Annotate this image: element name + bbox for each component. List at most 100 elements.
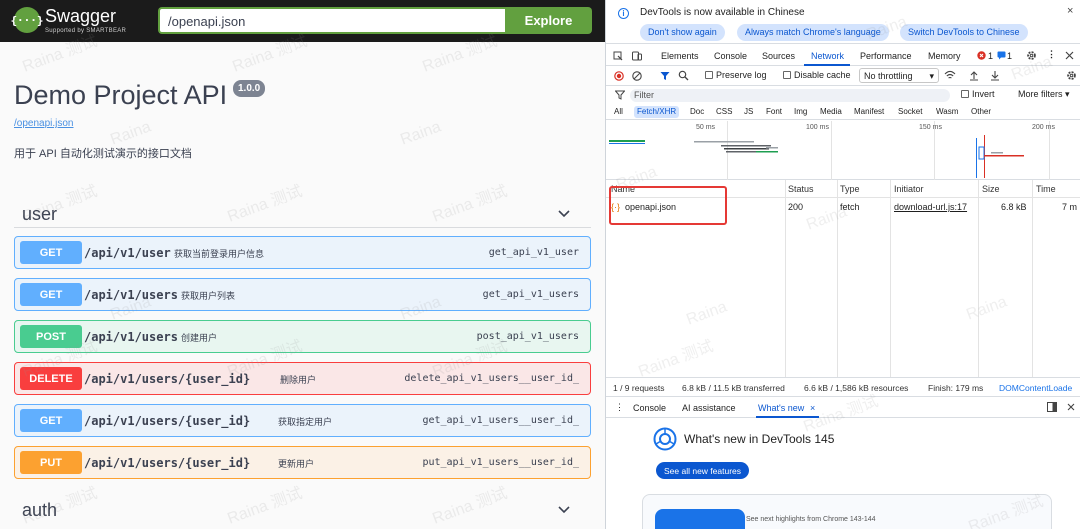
request-size: 6.8 kB [1001,202,1027,212]
column-header-size[interactable]: Size [982,184,1000,194]
invert-checkbox[interactable]: Invert [961,89,995,99]
operation-get-user-by-id[interactable]: GET /api/v1/users/{user_id} 获取指定用户 get_a… [14,404,591,437]
message-count[interactable]: 1 [1007,51,1012,61]
export-har-icon[interactable] [990,70,1000,81]
type-filter-wasm[interactable]: Wasm [933,106,961,118]
method-badge: DELETE [20,367,82,390]
tab-performance[interactable]: Performance [860,51,912,61]
type-filter-manifest[interactable]: Manifest [851,106,887,118]
type-filter-css[interactable]: CSS [713,106,735,118]
method-badge: GET [20,241,82,264]
type-filter-other[interactable]: Other [968,106,994,118]
watermark: Raina 测试 [225,484,305,528]
filter-icon[interactable] [660,71,670,81]
operation-get-user[interactable]: GET /api/v1/user 获取当前登录用户信息 get_api_v1_u… [14,236,591,269]
gear-icon[interactable] [1026,50,1037,61]
request-table: Name Status Type Initiator Size Time {·}… [606,180,1080,377]
request-type: fetch [840,202,860,212]
operation-post-users[interactable]: POST /api/v1/users 创建用户 post_api_v1_user… [14,320,591,353]
chevron-down-icon[interactable] [556,501,572,517]
error-count[interactable]: 1 [988,51,993,61]
type-filter-all[interactable]: All [611,106,626,118]
column-header-initiator[interactable]: Initiator [894,184,924,194]
column-header-status[interactable]: Status [788,184,814,194]
tab-elements[interactable]: Elements [661,51,699,61]
drawer-menu-icon[interactable]: ⋮ [615,402,624,413]
more-options-icon[interactable]: ⋮ [1047,49,1056,60]
info-icon: i [618,8,629,19]
network-conditions-icon[interactable] [944,70,956,81]
message-icon[interactable] [997,51,1006,60]
tab-console[interactable]: Console [714,51,747,61]
import-har-icon[interactable] [969,70,979,81]
type-filter-socket[interactable]: Socket [895,106,925,118]
version-badge: 1.0.0 [233,80,266,97]
filter-bar: Filter Invert More filters ▾ [606,86,1080,104]
type-filter-img[interactable]: Img [791,106,810,118]
explore-button[interactable]: Explore [505,7,592,34]
operation-summary: 删除用户 [280,375,317,385]
type-filter-media[interactable]: Media [817,106,845,118]
drawer-tab-whats-new[interactable]: What's new [758,403,804,413]
search-icon[interactable] [678,70,689,81]
close-icon[interactable]: × [1067,5,1073,17]
api-description: 用于 API 自动化测试演示的接口文档 [14,148,192,160]
record-icon[interactable] [614,71,624,81]
dont-show-again-button[interactable]: Don't show again [640,24,725,41]
chevron-down-icon[interactable] [556,205,572,221]
inspect-element-icon[interactable] [613,51,623,61]
column-header-time[interactable]: Time [1036,184,1056,194]
network-settings-gear-icon[interactable] [1066,70,1077,81]
tag-auth-title[interactable]: auth [22,500,57,521]
throttling-select[interactable]: No throttling ▾ [859,68,939,83]
operation-get-users[interactable]: GET /api/v1/users 获取用户列表 get_api_v1_user… [14,278,591,311]
operation-put-user[interactable]: PUT /api/v1/users/{user_id} 更新用户 put_api… [14,446,591,479]
timeline-bars [609,135,1024,178]
watermark: Raina [398,118,444,149]
drawer-tab-console[interactable]: Console [633,403,666,413]
throttling-value: No throttling [864,71,913,81]
preserve-log-checkbox[interactable]: Preserve log [705,70,767,80]
column-header-type[interactable]: Type [840,184,860,194]
clear-icon[interactable] [632,71,642,81]
card-image [655,509,745,529]
highlight-card[interactable] [642,494,1052,529]
type-filter-js[interactable]: JS [741,106,756,118]
error-icon[interactable] [977,51,986,60]
method-badge: GET [20,409,82,432]
more-filters-dropdown[interactable]: More filters ▾ [1018,89,1070,100]
disable-cache-checkbox[interactable]: Disable cache [783,70,851,80]
tag-user-title[interactable]: user [22,204,57,225]
operation-path: /api/v1/user [84,246,171,260]
drawer-tab-ai-assistance[interactable]: AI assistance [682,403,736,413]
tab-memory[interactable]: Memory [928,51,961,61]
always-match-language-button[interactable]: Always match Chrome's language [737,24,889,41]
type-filter-fetch-xhr[interactable]: Fetch/XHR [634,106,680,118]
drawer-tabbar: ⋮ Console AI assistance What's new × [606,397,1080,418]
device-toolbar-icon[interactable] [632,51,642,61]
see-all-features-button[interactable]: See all new features [656,462,750,479]
operation-delete-user[interactable]: DELETE /api/v1/users/{user_id} 删除用户 dele… [14,362,591,395]
type-filter-font[interactable]: Font [763,106,785,118]
watermark: Raina 测试 [430,484,510,528]
type-filter-doc[interactable]: Doc [687,106,707,118]
close-drawer-icon[interactable] [1067,403,1075,411]
spec-url-input[interactable]: /openapi.json [158,7,506,34]
close-tab-icon[interactable]: × [810,403,815,413]
operation-summary: 获取指定用户 [278,417,333,427]
switch-to-chinese-button[interactable]: Switch DevTools to Chinese [900,24,1028,41]
devtools-panel: i DevTools is now available in Chinese ×… [605,0,1080,529]
operation-summary: 创建用户 [181,333,218,343]
operation-id: get_api_v1_users [482,289,579,300]
network-overview-timeline[interactable]: 50 ms 100 ms 150 ms 200 ms [606,121,1080,180]
tab-sources[interactable]: Sources [762,51,795,61]
dock-side-icon[interactable] [1047,402,1057,412]
request-initiator-link[interactable]: download-url.js:17 [894,202,967,212]
spec-link[interactable]: /openapi.json [14,118,74,129]
api-title: Demo Project API [14,80,228,110]
close-devtools-icon[interactable] [1065,51,1074,60]
operation-path: /api/v1/users/{user_id} [84,456,251,470]
filter-input[interactable]: Filter [630,89,950,102]
swagger-logo-icon[interactable]: {···} [10,7,44,33]
tab-network[interactable]: Network [811,51,844,61]
